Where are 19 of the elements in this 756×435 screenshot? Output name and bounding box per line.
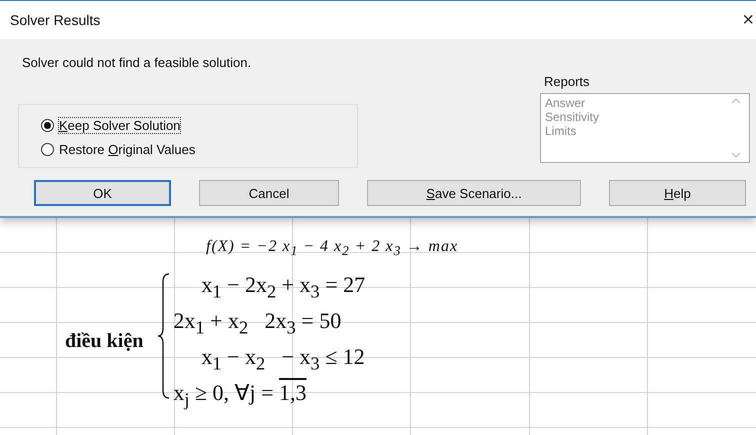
close-button[interactable]: × [742, 8, 754, 32]
dialog-button[interactable]: Save Scenario... [367, 180, 581, 206]
radio-option[interactable]: Restore Original Values [41, 137, 196, 161]
scroll-down-icon[interactable] [731, 152, 741, 158]
radio-option[interactable]: Keep Solver Solution [41, 113, 180, 137]
constraint-equation: x$_{1}$ − x$_{2}$ − x$_{3}$ ≤ 12 [200, 344, 366, 374]
condition-label: điều kiện [65, 330, 144, 352]
dialog-button[interactable]: OK [34, 180, 171, 206]
brace-icon [157, 272, 172, 400]
constraint-equation: x$_{1}$ − 2x$_{2}$ + x$_{3}$ = 27 [200, 272, 366, 302]
constraint-equation: x$_{j}$ ≥ 0, ∀j = 1,3 [173, 380, 308, 410]
reports-label: Reports [544, 74, 591, 89]
dialog-button[interactable]: Help [609, 180, 746, 206]
constraint-equation: 2x$_{1}$ + x$_{2}$ 2x$_{3}$ = 50 [173, 308, 342, 338]
scroll-up-icon[interactable] [731, 98, 741, 104]
window-title: Solver Results [10, 12, 100, 28]
status-message: Solver could not find a feasible solution. [22, 55, 252, 70]
dialog-button[interactable]: Cancel [199, 180, 339, 206]
objective-function: f(X) = −2 x$_{1}$ − 4 x$_{2}$ + 2 x$_{3}$ → max [205, 237, 460, 260]
